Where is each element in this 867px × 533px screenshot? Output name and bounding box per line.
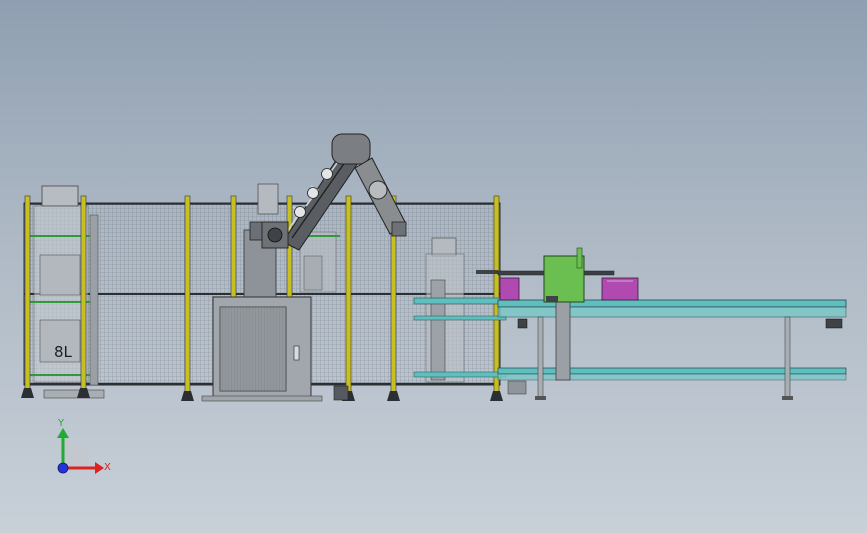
assembly-drawing: 8L Y X bbox=[21, 133, 847, 474]
cad-viewport[interactable]: 8L Y X bbox=[0, 0, 867, 533]
y-axis-label: Y bbox=[57, 418, 65, 429]
station-number-label: 8L bbox=[54, 343, 73, 361]
tote bbox=[499, 277, 520, 301]
storage-rack: 8L bbox=[30, 185, 105, 399]
door-handle bbox=[293, 345, 300, 361]
x-axis-label: X bbox=[104, 462, 111, 473]
z-axis-dot bbox=[57, 462, 69, 474]
roller-conveyor bbox=[497, 247, 847, 400]
conveyor-lower-deck bbox=[497, 367, 847, 375]
coordinate-triad: Y X bbox=[57, 418, 111, 474]
